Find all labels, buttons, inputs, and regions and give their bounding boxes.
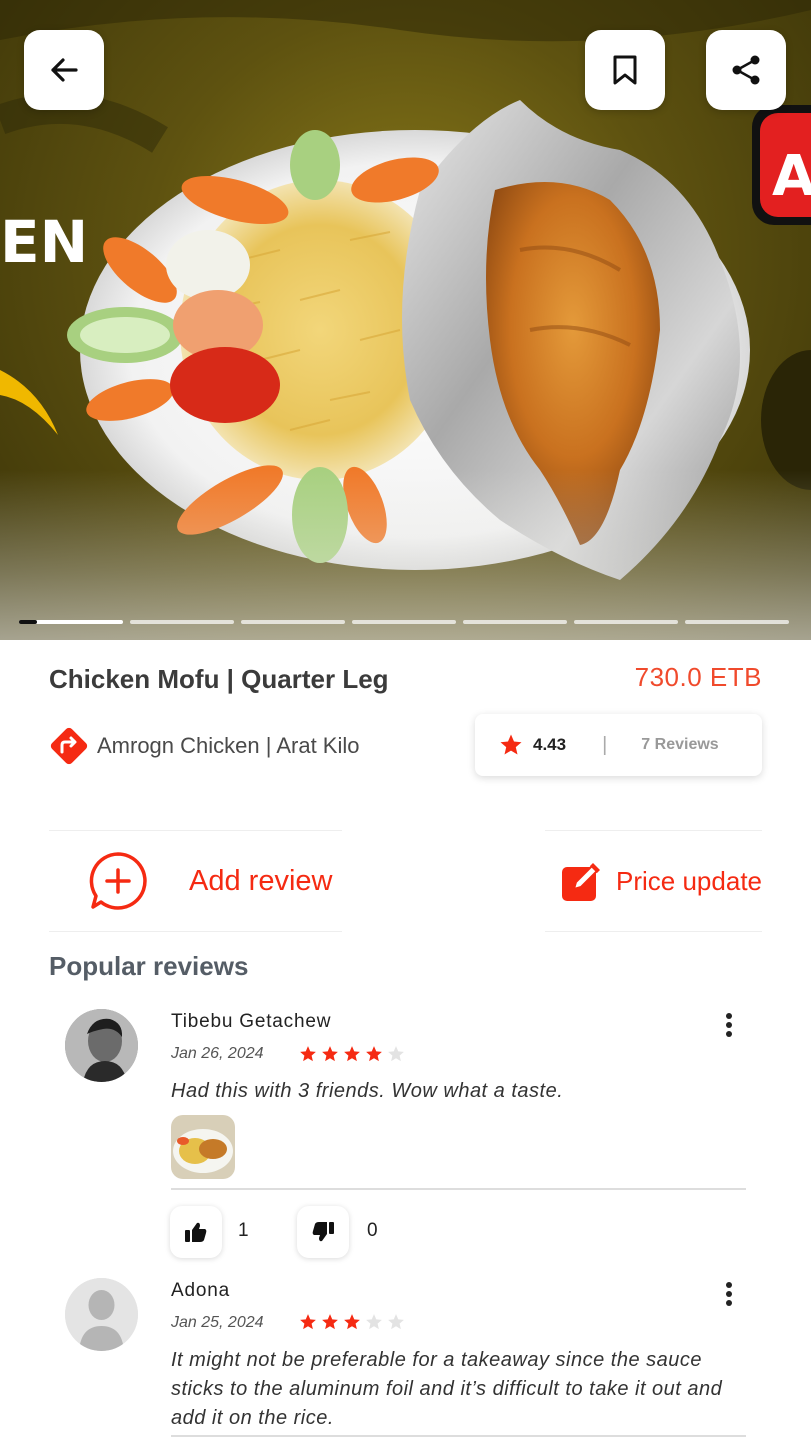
carousel-dot[interactable] bbox=[130, 620, 234, 624]
like-count: 1 bbox=[238, 1220, 249, 1241]
product-price: 730.0 ETB bbox=[634, 662, 762, 692]
carousel-dot[interactable] bbox=[685, 620, 789, 624]
bookmark-button[interactable] bbox=[585, 30, 665, 110]
brand-sticker: A bbox=[752, 105, 811, 225]
star-empty-icon bbox=[388, 1314, 404, 1330]
popular-reviews-heading: Popular reviews bbox=[49, 951, 249, 981]
reviewer-name[interactable]: Tibebu Getachew bbox=[171, 1011, 331, 1033]
star-filled-icon bbox=[344, 1314, 360, 1330]
hero-fade bbox=[0, 470, 811, 640]
add-comment-icon bbox=[89, 852, 147, 910]
dislike-button[interactable] bbox=[297, 1206, 349, 1258]
product-title: Chicken Mofu | Quarter Leg bbox=[49, 664, 389, 694]
user-photo bbox=[65, 1009, 138, 1082]
add-review-label: Add review bbox=[189, 864, 333, 897]
reviews-count[interactable]: 7 Reviews bbox=[641, 736, 718, 754]
bookmark-icon bbox=[613, 55, 637, 85]
arrow-left-icon bbox=[51, 58, 78, 82]
carousel-dot[interactable] bbox=[241, 620, 345, 624]
more-vertical-icon bbox=[726, 1282, 732, 1306]
add-review-button[interactable]: Add review bbox=[49, 830, 342, 932]
star-filled-icon bbox=[366, 1046, 382, 1062]
svg-text:A: A bbox=[772, 144, 811, 209]
carousel-indicators bbox=[19, 620, 789, 624]
avatar[interactable] bbox=[65, 1278, 138, 1351]
more-options-button[interactable] bbox=[716, 1010, 742, 1040]
price-update-label: Price update bbox=[616, 865, 762, 896]
thumbs-down-icon bbox=[312, 1222, 334, 1242]
carousel-dot[interactable] bbox=[352, 620, 456, 624]
share-button[interactable] bbox=[706, 30, 786, 110]
more-vertical-icon bbox=[726, 1013, 732, 1037]
star-empty-icon bbox=[366, 1314, 382, 1330]
share-icon bbox=[732, 55, 760, 85]
review-stars bbox=[299, 1313, 405, 1331]
review-divider bbox=[171, 1188, 746, 1190]
edit-icon bbox=[562, 863, 601, 901]
banner-text: EN bbox=[0, 208, 88, 276]
rating-separator: | bbox=[602, 733, 608, 756]
carousel-dot[interactable] bbox=[574, 620, 678, 624]
review-divider bbox=[171, 1435, 746, 1437]
thumbs-up-icon bbox=[185, 1222, 207, 1242]
more-options-button[interactable] bbox=[716, 1279, 742, 1309]
directions-icon bbox=[50, 727, 88, 765]
review-date: Jan 26, 2024 bbox=[171, 1045, 264, 1062]
review-text: Had this with 3 friends. Wow what a tast… bbox=[171, 1080, 564, 1102]
star-filled-icon bbox=[322, 1314, 338, 1330]
carousel-dot[interactable] bbox=[19, 620, 123, 624]
restaurant-name: Amrogn Chicken | Arat Kilo bbox=[97, 733, 360, 758]
star-empty-icon bbox=[388, 1046, 404, 1062]
review-text: It might not be preferable for a takeawa… bbox=[171, 1349, 723, 1429]
price-update-button[interactable]: Price update bbox=[545, 830, 762, 932]
rating-summary[interactable]: 4.43 | 7 Reviews bbox=[475, 714, 762, 776]
star-filled-icon bbox=[322, 1046, 338, 1062]
reviewer-name[interactable]: Adona bbox=[171, 1280, 230, 1302]
rating-value: 4.43 bbox=[533, 735, 567, 754]
review-photo[interactable] bbox=[171, 1115, 235, 1179]
review-stars bbox=[299, 1045, 405, 1063]
carousel-dot[interactable] bbox=[463, 620, 567, 624]
back-button[interactable] bbox=[24, 30, 104, 110]
dislike-count: 0 bbox=[367, 1220, 378, 1241]
star-filled-icon bbox=[300, 1314, 316, 1330]
product-image-carousel[interactable]: EN A bbox=[0, 0, 811, 640]
review-photo-image bbox=[171, 1115, 235, 1179]
default-avatar-icon bbox=[65, 1278, 138, 1351]
star-filled-icon bbox=[300, 1046, 316, 1062]
restaurant-link[interactable]: Amrogn Chicken | Arat Kilo bbox=[49, 726, 360, 766]
avatar[interactable] bbox=[65, 1009, 138, 1082]
review-date: Jan 25, 2024 bbox=[171, 1314, 264, 1331]
star-icon bbox=[500, 734, 522, 755]
star-filled-icon bbox=[344, 1046, 360, 1062]
like-button[interactable] bbox=[170, 1206, 222, 1258]
